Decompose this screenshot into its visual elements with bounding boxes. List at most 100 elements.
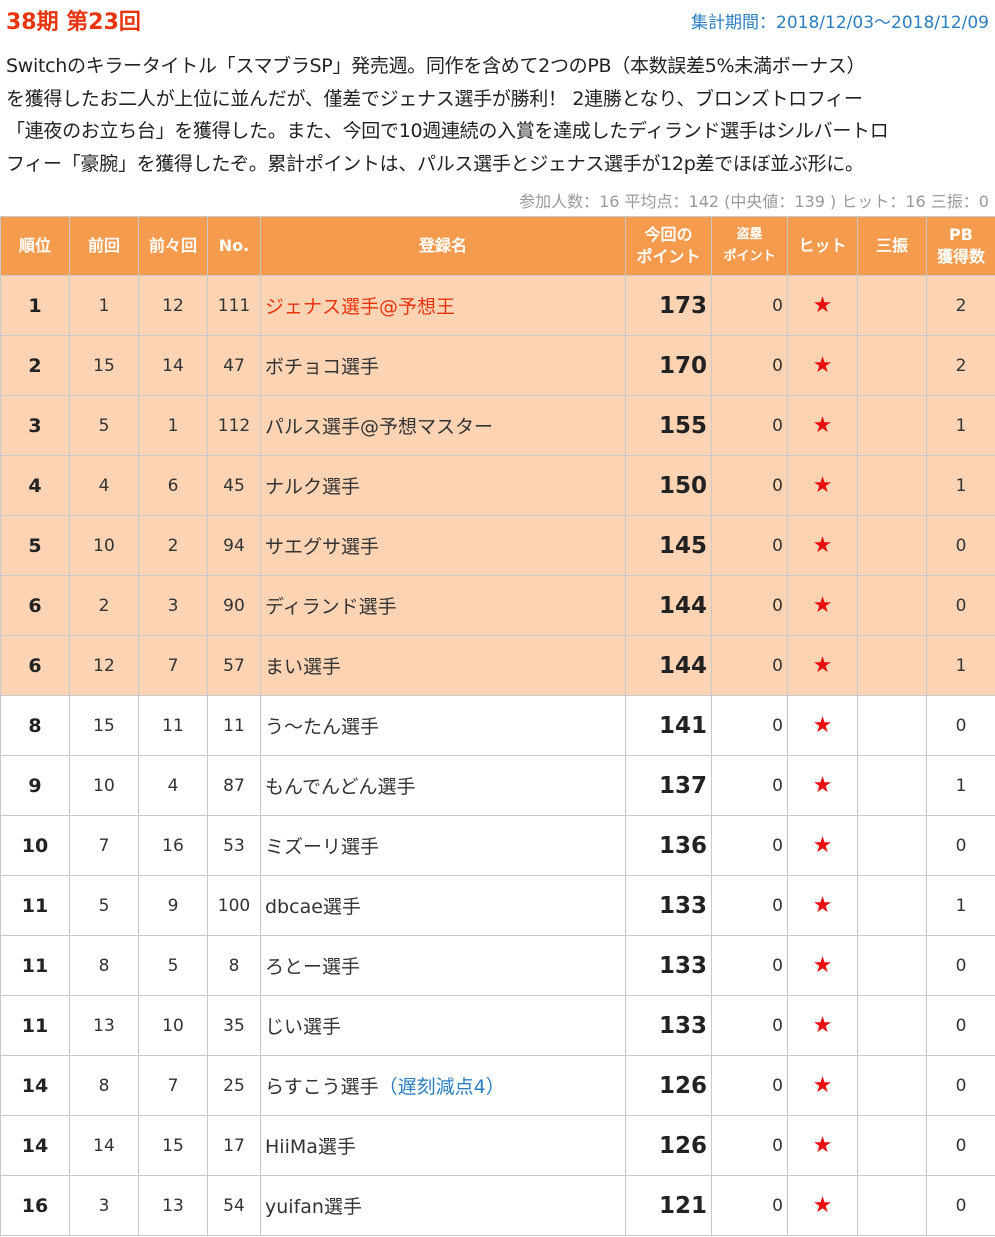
description: Switchのキラータイトル「スマブラSP」発売週。同作を含めて2つのPB（本数… (6, 50, 990, 180)
rank-cell: 6 (0, 575, 70, 636)
strikeout-cell (857, 1055, 927, 1116)
pb-count-cell: 2 (926, 275, 995, 336)
hit-star-icon: ★ (787, 935, 858, 996)
col-name: 登録名 (260, 216, 626, 276)
col-pb: PB 獲得数 (926, 216, 995, 276)
points-cell: 126 (625, 1115, 712, 1176)
col-no: No. (207, 216, 261, 276)
hit-star-icon: ★ (787, 995, 858, 1056)
col-pb-line1: PB (949, 225, 973, 244)
hit-star-icon: ★ (787, 695, 858, 756)
entry-no-cell: 11 (207, 695, 261, 756)
prev-rank-cell: 3 (69, 1175, 139, 1236)
player-name-cell: パルス選手@予想マスター (260, 395, 626, 456)
entry-no-cell: 57 (207, 635, 261, 696)
table-row: 14 14 15 17 HiiMa選手 126 0 ★ 0 (0, 1115, 995, 1176)
player-name: ナルク選手 (265, 476, 361, 498)
table-row: 11 13 10 35 じい選手 133 0 ★ 0 (0, 995, 995, 1056)
points-cell: 155 (625, 395, 712, 456)
player-name: パルス選手@予想マスター (265, 416, 494, 438)
player-name: う～たん選手 (265, 716, 380, 738)
prev2-rank-cell: 5 (138, 935, 208, 996)
table-row: 8 15 11 11 う～たん選手 141 0 ★ 0 (0, 695, 995, 756)
player-name: yuifan選手 (265, 1196, 362, 1218)
pb-count-cell: 0 (926, 1175, 995, 1236)
player-name-cell: もんでんどん選手 (260, 755, 626, 816)
table-row: 4 4 6 45 ナルク選手 150 0 ★ 1 (0, 455, 995, 516)
rank-cell: 8 (0, 695, 70, 756)
col-points: 今回の ポイント (625, 216, 712, 276)
rank-cell: 16 (0, 1175, 70, 1236)
points-cell: 133 (625, 935, 712, 996)
col-pb-line2: 獲得数 (936, 247, 985, 266)
theft-points-cell: 0 (711, 755, 788, 816)
points-cell: 133 (625, 995, 712, 1056)
col-theft: 盗塁 ポイント (711, 216, 788, 276)
table-row: 16 3 13 54 yuifan選手 121 0 ★ 0 (0, 1175, 995, 1236)
pb-count-cell: 0 (926, 515, 995, 576)
player-name-cell: う～たん選手 (260, 695, 626, 756)
player-name: ボチョコ選手 (265, 356, 380, 378)
player-name: もんでんどん選手 (265, 776, 416, 798)
prev-rank-cell: 14 (69, 1115, 139, 1176)
col-points-line1: 今回の (644, 225, 693, 244)
player-name: らすこう選手 (265, 1076, 379, 1098)
table-row: 5 10 2 94 サエグサ選手 145 0 ★ 0 (0, 515, 995, 576)
hit-star-icon: ★ (787, 875, 858, 936)
prev2-rank-cell: 7 (138, 635, 208, 696)
hit-star-icon: ★ (787, 515, 858, 576)
theft-points-cell: 0 (711, 875, 788, 936)
description-line: を獲得したお二人が上位に並んだが、僅差でジェナス選手が勝利！ 2連勝となり、ブロ… (6, 87, 863, 110)
stats-summary: 参加人数：16 平均点：142 (中央値：139 ) ヒット：16 三振：0 (519, 192, 989, 211)
player-name: HiiMa選手 (265, 1136, 356, 1158)
prev2-rank-cell: 9 (138, 875, 208, 936)
pb-count-cell: 1 (926, 755, 995, 816)
prev-rank-cell: 10 (69, 515, 139, 576)
strikeout-cell (857, 1175, 927, 1236)
theft-points-cell: 0 (711, 455, 788, 516)
entry-no-cell: 87 (207, 755, 261, 816)
prev-rank-cell: 15 (69, 335, 139, 396)
strikeout-cell (857, 575, 927, 636)
player-name: じい選手 (265, 1016, 342, 1038)
player-name-cell: ろとー選手 (260, 935, 626, 996)
player-name: ろとー選手 (265, 956, 361, 978)
pb-count-cell: 0 (926, 815, 995, 876)
rank-cell: 11 (0, 995, 70, 1056)
table-row: 6 2 3 90 ディランド選手 144 0 ★ 0 (0, 575, 995, 636)
entry-no-cell: 112 (207, 395, 261, 456)
col-prev: 前回 (69, 216, 139, 276)
pb-count-cell: 0 (926, 995, 995, 1056)
strikeout-cell (857, 395, 927, 456)
prev2-rank-cell: 14 (138, 335, 208, 396)
theft-points-cell: 0 (711, 815, 788, 876)
rank-cell: 1 (0, 275, 70, 336)
strikeout-cell (857, 1115, 927, 1176)
player-name: ジェナス選手@予想王 (265, 296, 456, 318)
entry-no-cell: 25 (207, 1055, 261, 1116)
points-cell: 126 (625, 1055, 712, 1116)
col-theft-line2: ポイント (723, 249, 776, 264)
entry-no-cell: 54 (207, 1175, 261, 1236)
description-line: フィー「豪腕」を獲得したぞ。累計ポイントは、パルス選手とジェナス選手が12p差で… (6, 152, 864, 175)
hit-star-icon: ★ (787, 455, 858, 516)
prev2-rank-cell: 11 (138, 695, 208, 756)
table-row: 10 7 16 53 ミズーリ選手 136 0 ★ 0 (0, 815, 995, 876)
hit-star-icon: ★ (787, 755, 858, 816)
rank-cell: 6 (0, 635, 70, 696)
entry-no-cell: 53 (207, 815, 261, 876)
strikeout-cell (857, 755, 927, 816)
points-cell: 145 (625, 515, 712, 576)
hit-star-icon: ★ (787, 815, 858, 876)
hit-star-icon: ★ (787, 575, 858, 636)
points-cell: 133 (625, 875, 712, 936)
points-cell: 137 (625, 755, 712, 816)
points-cell: 170 (625, 335, 712, 396)
hit-star-icon: ★ (787, 635, 858, 696)
col-strikeout: 三振 (857, 216, 927, 276)
rank-cell: 3 (0, 395, 70, 456)
description-line: 「連夜のお立ち台」を獲得した。また、今回で10週連続の入賞を達成したディランド選… (6, 120, 889, 142)
prev-rank-cell: 1 (69, 275, 139, 336)
prev2-rank-cell: 1 (138, 395, 208, 456)
points-cell: 136 (625, 815, 712, 876)
